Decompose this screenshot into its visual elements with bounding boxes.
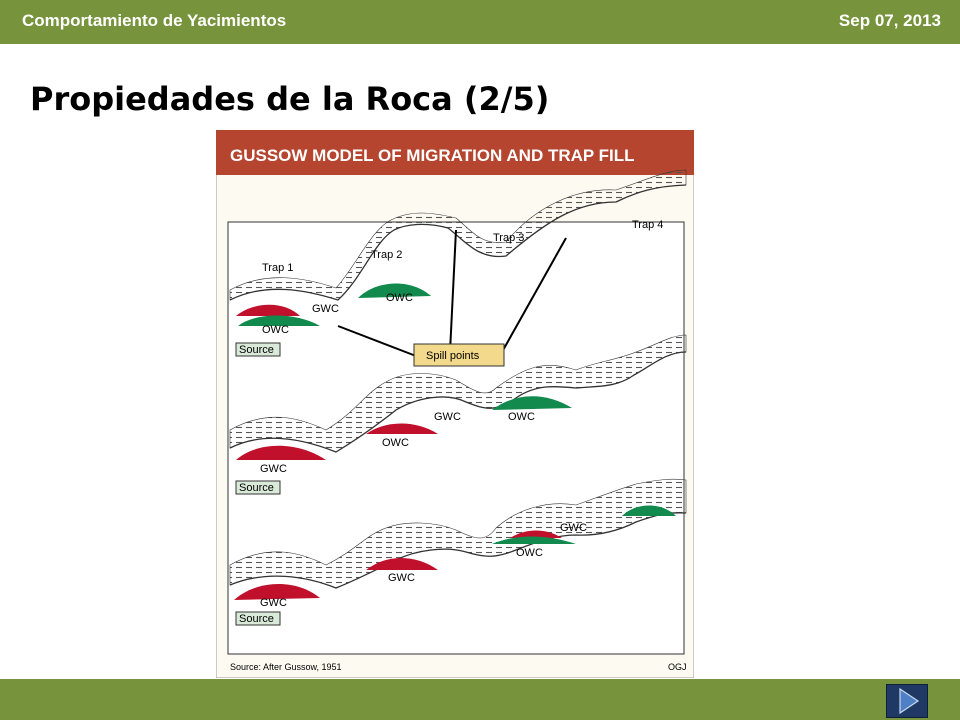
- owc-label: OWC: [516, 547, 543, 559]
- figure-publisher-credit: OGJ: [668, 662, 687, 672]
- footer-bar: [0, 679, 960, 720]
- slide-title: Propiedades de la Roca (2/5): [30, 80, 550, 118]
- gwc-label: GWC: [260, 463, 287, 475]
- owc-label: OWC: [382, 437, 409, 449]
- spill-points-label: Spill points: [426, 350, 480, 362]
- trap2-label: Trap 2: [371, 249, 402, 261]
- owc-label: OWC: [508, 411, 535, 423]
- trap4-label: Trap 4: [632, 219, 663, 231]
- gwc-label: GWC: [312, 303, 339, 315]
- source-label: Source: [239, 482, 274, 494]
- figure-title: GUSSOW MODEL OF MIGRATION AND TRAP FILL: [230, 146, 635, 165]
- header-bar: Comportamiento de Yacimientos Sep 07, 20…: [0, 0, 960, 44]
- trap3-label: Trap 3: [493, 232, 524, 244]
- trap1-label: Trap 1: [262, 262, 293, 274]
- course-title: Comportamiento de Yacimientos: [22, 11, 287, 30]
- gwc-label: GWC: [560, 522, 587, 534]
- owc-label: OWC: [262, 324, 289, 336]
- gwc-label: GWC: [388, 572, 415, 584]
- gussow-diagram: GUSSOW MODEL OF MIGRATION AND TRAP FILL …: [216, 130, 694, 678]
- gwc-label: GWC: [260, 597, 287, 609]
- owc-label: OWC: [386, 292, 413, 304]
- slide-date: Sep 07, 2013: [838, 11, 941, 30]
- gwc-label: GWC: [434, 411, 461, 423]
- figure-source-credit: Source: After Gussow, 1951: [230, 662, 342, 672]
- next-slide-button[interactable]: [886, 684, 928, 718]
- source-label: Source: [239, 613, 274, 625]
- source-label: Source: [239, 344, 274, 356]
- play-next-icon: [899, 687, 920, 715]
